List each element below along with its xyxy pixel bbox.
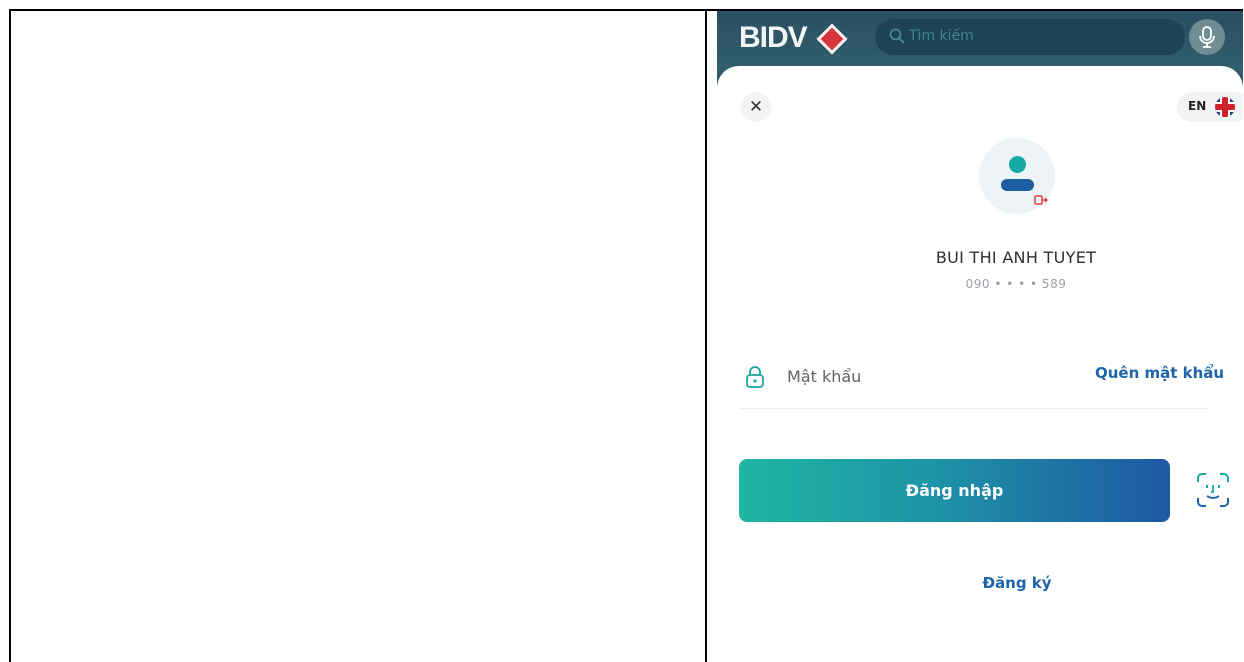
microphone-icon [1199,26,1215,48]
avatar-body [1001,179,1034,191]
bidv-logo: BIDV [739,21,808,54]
lock-icon [746,366,764,388]
logout-icon[interactable] [1034,193,1048,207]
forgot-password-link[interactable]: Quên mật khẩu [1095,364,1224,382]
search-icon [889,28,905,44]
phone-screenshot: BIDV Tìm kiếm ✕ EN BUI THI ANH TUYET 090… [717,11,1243,662]
bidv-logo-mark-icon [816,23,848,55]
language-toggle[interactable]: EN [1177,92,1243,122]
close-icon: ✕ [748,97,764,117]
user-phone: 090 • • • • 589 [965,277,1067,291]
login-sheet: ✕ EN BUI THI ANH TUYET 090 • • • • 589 Q… [717,66,1243,662]
uk-flag-icon [1215,97,1235,117]
close-button[interactable]: ✕ [741,92,771,122]
login-button[interactable]: Đăng nhập [739,459,1170,522]
language-code: EN [1188,99,1207,113]
avatar-head [1009,156,1026,173]
password-row: Quên mật khẩu [717,346,1243,409]
voice-search-button[interactable] [1189,19,1225,55]
search-placeholder: Tìm kiếm [909,28,974,44]
user-name: BUI THI ANH TUYET [935,248,1097,267]
password-input[interactable] [787,362,1067,390]
password-underline [739,408,1209,409]
face-id-icon[interactable] [1195,471,1231,509]
table-divider [705,9,707,662]
user-avatar [979,138,1055,214]
search-bar[interactable]: Tìm kiếm [875,19,1185,55]
app-header: BIDV Tìm kiếm [717,11,1243,73]
register-link[interactable]: Đăng ký [717,574,1243,592]
